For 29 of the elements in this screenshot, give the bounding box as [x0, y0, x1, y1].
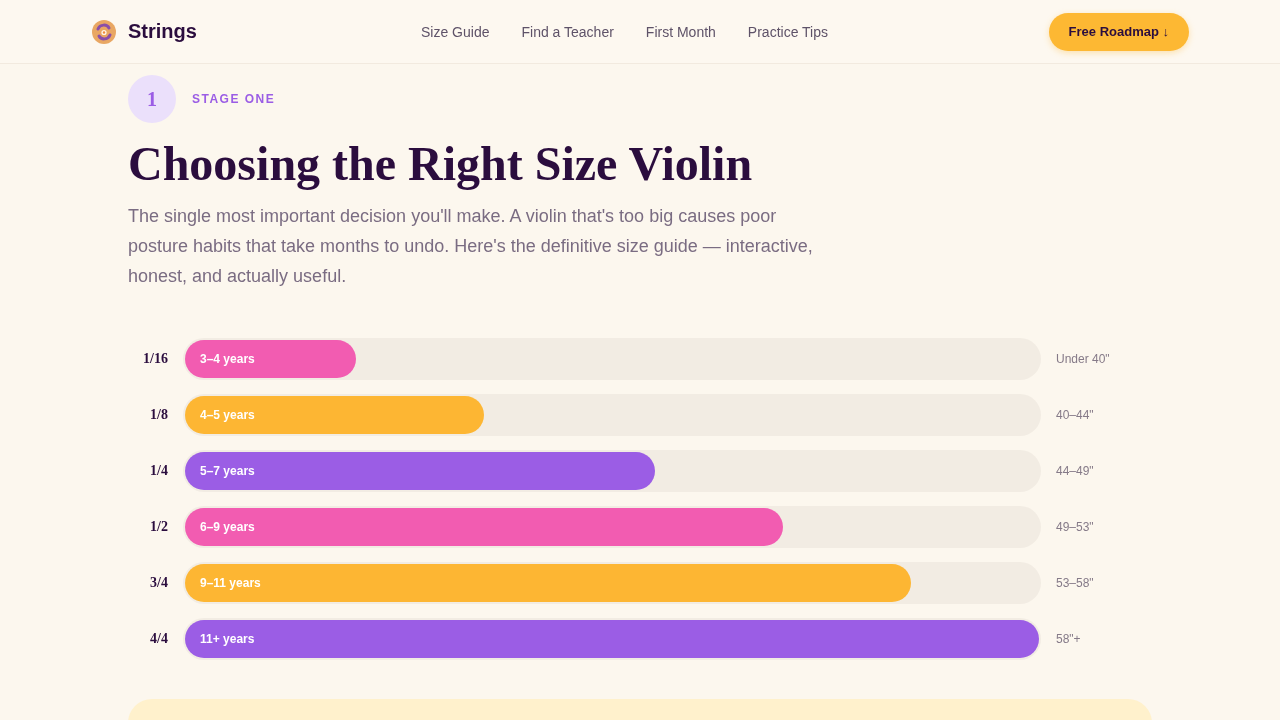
swirl-logo-icon: [92, 19, 116, 44]
brand-name[interactable]: Strings: [128, 20, 197, 43]
violin-size-label: 1/2: [149, 519, 168, 535]
roadmap-button[interactable]: Free Roadmap ↓: [1048, 12, 1189, 51]
age-range-label: 11+ years: [200, 632, 255, 646]
stage-number-badge: 1: [128, 75, 176, 123]
height-range-label: 53–58": [1056, 576, 1094, 590]
intro-paragraph: The single most important decision you'll make. A violin that's too big causes poor posture habits that take months to undo. Here's the definitive size guide — interactive, honest, and actually useful.: [128, 205, 814, 288]
violin-size-label: 4/4: [149, 631, 168, 647]
violin-size-label: 3/4: [149, 575, 168, 591]
violin-size-label: 1/4: [149, 463, 168, 479]
age-range-label: 5–7 years: [200, 464, 255, 478]
height-range-label: Under 40": [1056, 352, 1110, 366]
violin-size-label: 1/8: [149, 407, 168, 423]
nav-link[interactable]: Practice Tips: [747, 24, 828, 40]
height-range-label: 40–44": [1056, 408, 1094, 422]
age-range-label: 6–9 years: [200, 520, 255, 534]
height-range-label: 49–53": [1056, 520, 1094, 534]
age-range-label: 4–5 years: [200, 408, 255, 422]
height-range-label: 44–49": [1056, 464, 1094, 478]
stage-label: STAGE ONE: [192, 92, 276, 106]
nav-link[interactable]: Size Guide: [421, 24, 490, 40]
page-title: Choosing the Right Size Violin: [128, 136, 754, 192]
violin-size-label: 1/16: [142, 351, 168, 367]
nav-link[interactable]: Find a Teacher: [521, 24, 614, 40]
age-range-label: 9–11 years: [200, 576, 261, 590]
nav-link[interactable]: First Month: [645, 24, 716, 40]
age-range-label: 3–4 years: [200, 352, 255, 366]
height-range-label: 58"+: [1056, 632, 1081, 646]
